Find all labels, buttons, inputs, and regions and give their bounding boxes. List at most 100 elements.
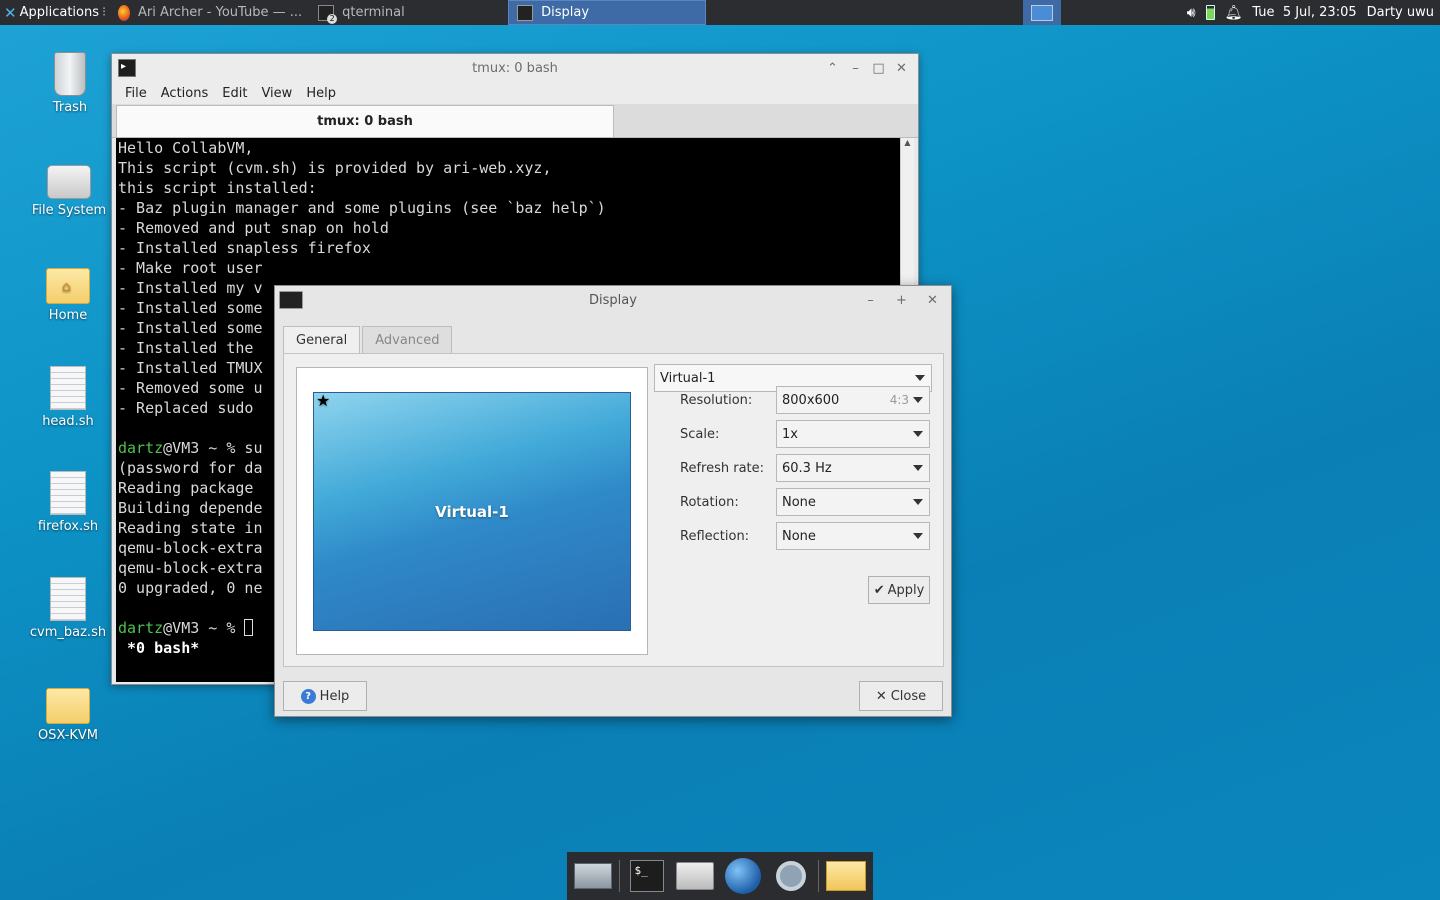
window-count-badge: 2	[327, 13, 338, 24]
desktop-icon-label: File System	[31, 203, 107, 218]
close-icon: ✕	[875, 688, 887, 704]
desktop-icon-label: OSX-KVM	[37, 728, 99, 743]
desktop-icon-file-system[interactable]: File System	[29, 157, 109, 218]
close-button[interactable]: ✕	[924, 293, 941, 308]
taskbar-item-qterminal[interactable]: 2 qterminal	[310, 0, 508, 25]
scale-value: 1x	[782, 426, 798, 442]
taskbar-item-display[interactable]: Display	[508, 0, 707, 25]
window-title: tmux: 0 bash	[472, 60, 558, 76]
help-label: Help	[319, 688, 350, 704]
user-menu[interactable]: Darty uwu	[1367, 5, 1434, 20]
dock-home[interactable]	[674, 856, 717, 896]
folder-icon	[826, 861, 867, 891]
prompt-text: @VM3 ~ %	[163, 619, 245, 637]
help-button[interactable]: ? Help	[283, 681, 367, 711]
folder-icon	[46, 688, 90, 724]
desktop-icon-trash[interactable]: Trash	[30, 52, 110, 115]
terminal-line: - Removed and put snap on hold	[118, 219, 389, 237]
desktop-icon-osx-kvm[interactable]: OSX-KVM	[28, 682, 108, 743]
dock-folder[interactable]	[825, 856, 868, 896]
rotation-value: None	[782, 494, 816, 510]
general-page: ★ Virtual-1 Virtual-1 Resolution: 800x60…	[283, 353, 944, 667]
desktop-icon-head-sh[interactable]: head.sh	[28, 366, 108, 429]
chevron-down-icon	[913, 499, 923, 505]
menu-help[interactable]: Help	[299, 86, 343, 101]
web-browser-icon	[725, 858, 762, 894]
terminal-titlebar[interactable]: ▸ tmux: 0 bash ⌃ – □ ✕	[112, 54, 918, 82]
reflection-row: Reflection: None	[680, 522, 936, 550]
scale-select[interactable]: 1x	[776, 420, 930, 448]
rotation-select[interactable]: None	[776, 488, 930, 516]
monitor-preview-virtual-1[interactable]: ★ Virtual-1	[313, 391, 631, 631]
resolution-select[interactable]: 800x600 4:3	[776, 386, 930, 414]
desktop-icon-home[interactable]: ⌂ Home	[28, 262, 108, 323]
shade-button[interactable]: ⌃	[824, 61, 841, 76]
search-icon	[776, 861, 807, 891]
checkmark-icon: ✔	[873, 582, 885, 598]
tab-general[interactable]: General	[283, 326, 361, 354]
top-panel: ✕ Applications ⁝ Ari Archer - YouTube — …	[0, 0, 1440, 25]
refresh-rate-select[interactable]: 60.3 Hz	[776, 454, 930, 482]
applications-menu[interactable]: ✕ Applications ⁝	[0, 0, 110, 25]
terminal-icon: $_	[630, 860, 665, 892]
taskbar-item-label: qterminal	[342, 5, 405, 20]
reflection-label: Reflection:	[680, 528, 750, 544]
menu-file[interactable]: File	[118, 86, 154, 101]
menu-actions[interactable]: Actions	[154, 86, 216, 101]
terminal-line: - Make root user	[118, 259, 263, 277]
close-label: Close	[890, 688, 927, 704]
menu-view[interactable]: View	[254, 86, 299, 101]
aspect-ratio-hint: 4:3	[889, 393, 909, 407]
terminal-line: - Baz plugin manager and some plugins (s…	[118, 199, 606, 217]
refresh-rate-label: Refresh rate:	[680, 460, 765, 476]
clock[interactable]: Tue 5 Jul, 23:05	[1252, 5, 1356, 20]
resolution-row: Resolution: 800x600 4:3	[680, 386, 936, 414]
notification-bell-icon[interactable]: 🔔︎	[1225, 5, 1243, 21]
monitor-preview-label: Virtual-1	[435, 502, 509, 521]
taskbar-item-label: Ari Archer - YouTube — ...	[137, 5, 303, 20]
desktop-icon-label: Home	[48, 308, 88, 323]
minimize-button[interactable]: –	[862, 293, 879, 308]
chevron-down-icon	[913, 431, 923, 437]
reflection-select[interactable]: None	[776, 522, 930, 550]
close-dialog-button[interactable]: ✕ Close	[859, 681, 943, 711]
chevron-down-icon	[913, 465, 923, 471]
workspace-1[interactable]	[1030, 4, 1053, 21]
chevron-down-icon	[913, 397, 923, 403]
terminal-tab[interactable]: tmux: 0 bash	[116, 105, 614, 137]
chevron-down-icon	[915, 375, 925, 381]
refresh-rate-row: Refresh rate: 60.3 Hz	[680, 454, 936, 482]
volume-icon[interactable]: 🔊︎	[1187, 5, 1196, 21]
display-titlebar[interactable]: Display – + ✕	[275, 286, 951, 314]
firefox-icon	[118, 4, 130, 21]
dock-show-desktop[interactable]	[571, 856, 614, 896]
apply-button[interactable]: ✔ Apply	[868, 576, 930, 604]
home-folder-icon: ⌂	[46, 268, 90, 304]
dock-search[interactable]	[770, 856, 813, 896]
dock-terminal[interactable]: $_	[626, 856, 669, 896]
workspace-switcher[interactable]	[1022, 0, 1061, 25]
text-cursor	[244, 619, 254, 636]
system-tray: 🔊︎ 🔔︎ Tue 5 Jul, 23:05 Darty uwu	[1187, 5, 1440, 21]
scale-row: Scale: 1x	[680, 420, 936, 448]
maximize-button[interactable]: □	[870, 61, 887, 76]
dock-web-browser[interactable]	[722, 856, 765, 896]
maximize-button[interactable]: +	[893, 293, 910, 308]
scroll-up-arrow-icon[interactable]: ▲	[901, 138, 914, 152]
menu-edit[interactable]: Edit	[215, 86, 254, 101]
battery-icon[interactable]	[1205, 5, 1215, 20]
dialog-tabs: General Advanced	[283, 326, 454, 354]
display-dialog[interactable]: Display – + ✕ General Advanced ★ Virtual…	[274, 285, 952, 717]
tab-advanced[interactable]: Advanced	[362, 326, 453, 354]
taskbar-item-firefox[interactable]: Ari Archer - YouTube — ...	[110, 0, 310, 25]
close-button[interactable]: ✕	[893, 61, 910, 76]
resolution-label: Resolution:	[680, 392, 753, 408]
terminal-menubar: File Actions Edit View Help	[112, 82, 918, 104]
terminal-line: This script (cvm.sh) is provided by ari-…	[118, 159, 552, 177]
desktop-icon-firefox-sh[interactable]: firefox.sh	[28, 471, 108, 534]
chevron-down-icon	[913, 533, 923, 539]
terminal-icon: 2	[318, 4, 338, 24]
minimize-button[interactable]: –	[847, 61, 864, 76]
desktop-icon-cvm-baz-sh[interactable]: cvm_baz.sh	[28, 577, 108, 640]
primary-display-star-icon: ★	[316, 391, 331, 410]
